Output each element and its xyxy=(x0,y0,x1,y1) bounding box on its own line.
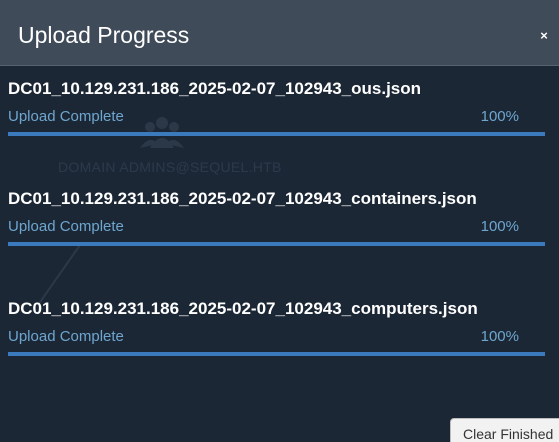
progress-track xyxy=(8,132,545,136)
progress-track xyxy=(8,352,545,356)
clear-finished-button[interactable]: Clear Finished xyxy=(450,418,559,442)
upload-status: Upload Complete xyxy=(8,108,124,125)
upload-filename: DC01_10.129.231.186_2025-02-07_102943_co… xyxy=(8,299,478,318)
upload-percent: 100% xyxy=(480,108,519,125)
upload-filename: DC01_10.129.231.186_2025-02-07_102943_co… xyxy=(8,189,477,208)
close-icon[interactable]: × xyxy=(537,29,551,43)
dialog-header: Upload Progress × xyxy=(0,0,559,66)
upload-percent: 100% xyxy=(480,328,519,345)
upload-filename: DC01_10.129.231.186_2025-02-07_102943_ou… xyxy=(8,79,422,98)
upload-status: Upload Complete xyxy=(8,218,124,235)
dialog-title: Upload Progress xyxy=(18,22,190,48)
upload-percent: 100% xyxy=(480,218,519,235)
upload-progress-dialog: DOMAIN ADMINS@SEQUEL.HTB Upload Progress… xyxy=(0,0,559,442)
upload-status: Upload Complete xyxy=(8,328,124,345)
progress-fill xyxy=(8,242,545,246)
ghost-node-label: DOMAIN ADMINS@SEQUEL.HTB xyxy=(58,159,282,175)
progress-fill xyxy=(8,352,545,356)
progress-track xyxy=(8,242,545,246)
progress-fill xyxy=(8,132,545,136)
